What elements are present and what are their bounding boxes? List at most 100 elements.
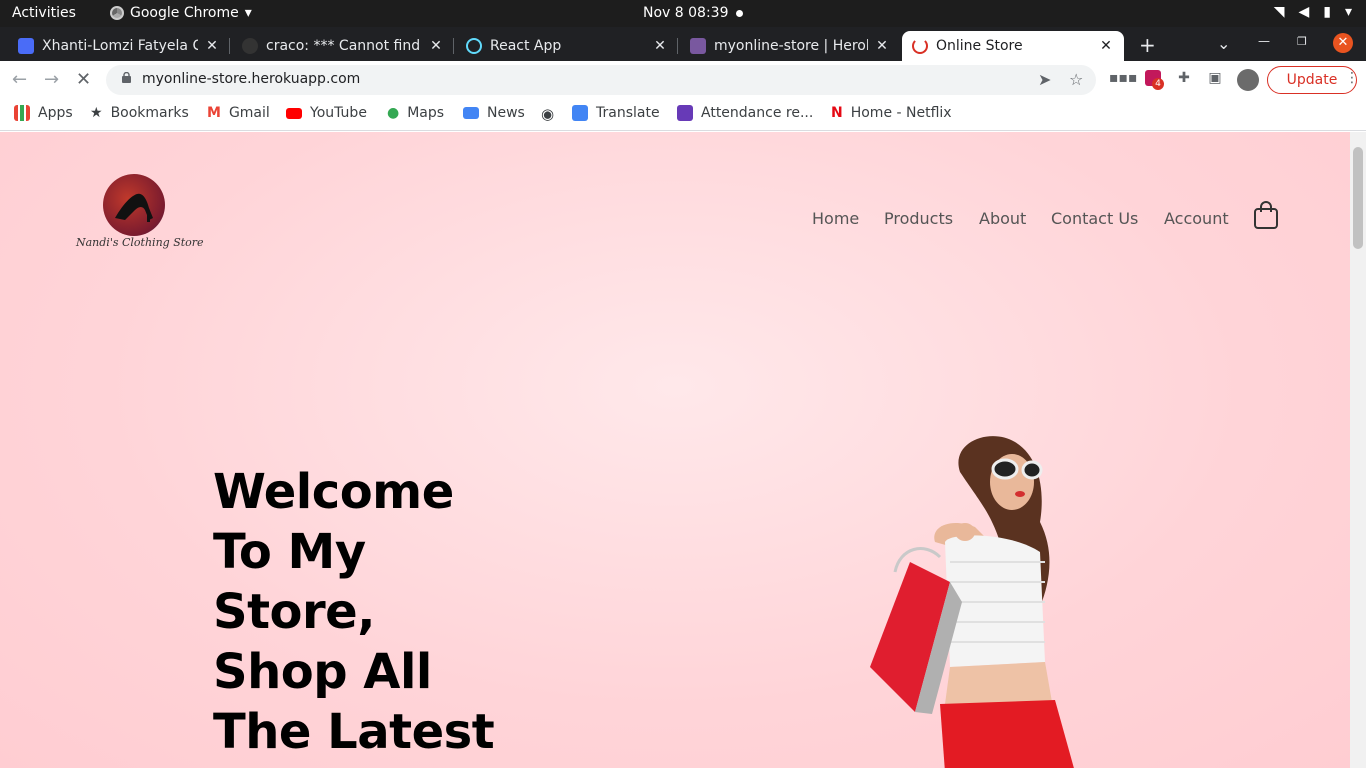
close-icon[interactable]: ✕ <box>428 38 444 54</box>
tab-search-icon[interactable]: ⌄ <box>1217 34 1230 53</box>
system-tray[interactable]: ◥ ◀ ▮ ▾ <box>1274 4 1352 20</box>
extension-badge-icon[interactable]: 4 <box>1143 70 1164 90</box>
close-window-button[interactable]: ✕ <box>1333 33 1353 53</box>
hero-heading: Welcome To My Store, Shop All The Latest <box>213 462 495 762</box>
close-icon[interactable]: ✕ <box>652 38 668 54</box>
bookmark-label: Translate <box>596 105 660 121</box>
bookmark-news[interactable]: News <box>463 105 525 121</box>
address-bar[interactable]: myonline-store.herokuapp.com ➤ ☆ <box>106 65 1096 95</box>
side-panel-icon[interactable]: ▣ <box>1205 70 1225 90</box>
nav-about[interactable]: About <box>979 209 1026 228</box>
maps-pin-icon: ● <box>387 105 400 121</box>
github-icon <box>242 38 258 54</box>
puzzle-icon[interactable]: ✚ <box>1174 70 1194 90</box>
hero-line: The Latest <box>213 704 495 760</box>
hero-line: To My <box>213 524 366 580</box>
clock[interactable]: Nov 8 08:39 <box>643 5 728 21</box>
close-icon[interactable]: ✕ <box>1098 38 1114 54</box>
battery-icon: ▮ <box>1323 4 1331 20</box>
send-icon[interactable]: ➤ <box>1038 70 1051 89</box>
bookmark-label: News <box>487 105 525 121</box>
maximize-icon[interactable]: ❐ <box>1297 35 1307 48</box>
app-menu[interactable]: Google Chrome ▾ <box>110 5 252 21</box>
logo-circle <box>103 174 165 236</box>
minimize-icon[interactable]: — <box>1258 34 1270 48</box>
extension-dots-icon[interactable]: ▪▪▪ <box>1109 70 1137 90</box>
docs-icon <box>18 38 34 54</box>
scrollbar-thumb[interactable] <box>1353 147 1363 249</box>
extension-badge-count: 4 <box>1152 78 1164 90</box>
shopping-bag-icon[interactable] <box>1253 200 1279 230</box>
store-logo[interactable]: Nandi's Clothing Store <box>76 174 204 254</box>
new-tab-button[interactable]: + <box>1139 33 1156 57</box>
stop-loading-icon[interactable]: ✕ <box>76 69 91 90</box>
chevron-down-icon: ▾ <box>244 5 252 21</box>
star-icon: ★ <box>90 105 103 121</box>
bookmark-translate[interactable]: Translate <box>572 105 660 121</box>
back-arrow-icon[interactable]: ← <box>12 69 27 90</box>
bookmark-gmail[interactable]: M Gmail <box>207 105 270 121</box>
nav-account[interactable]: Account <box>1164 209 1229 228</box>
bookmark-label: Maps <box>407 105 445 121</box>
chrome-icon <box>110 6 124 20</box>
nav-products[interactable]: Products <box>884 209 953 228</box>
react-icon <box>466 38 482 54</box>
news-icon <box>463 107 479 119</box>
volume-icon: ◀ <box>1298 4 1310 20</box>
tab-label: React App <box>490 38 562 54</box>
bookmark-label: Home - Netflix <box>850 105 952 121</box>
star-icon[interactable]: ☆ <box>1069 70 1083 89</box>
tab-separator <box>677 38 678 54</box>
heroku-icon <box>690 38 706 54</box>
forms-icon <box>677 105 693 121</box>
tab-react-app[interactable]: React App ✕ <box>456 31 678 61</box>
globe-icon: ◉ <box>541 105 555 123</box>
nav-home[interactable]: Home <box>812 209 859 228</box>
tab-heroku[interactable]: myonline-store | Heroku ✕ <box>680 31 900 61</box>
bookmark-attendance[interactable]: Attendance re... <box>677 105 813 121</box>
youtube-icon <box>286 107 302 119</box>
hero-line: Store, <box>213 584 375 640</box>
tab-label: myonline-store | Heroku <box>714 38 868 54</box>
close-icon[interactable]: ✕ <box>874 38 890 54</box>
more-menu-icon[interactable]: ⋮ <box>1342 70 1362 90</box>
netflix-icon: N <box>831 105 843 121</box>
wifi-icon: ◥ <box>1273 4 1285 20</box>
lock-icon <box>122 72 131 83</box>
forward-arrow-icon[interactable]: → <box>44 69 59 90</box>
notification-dot-icon <box>736 10 743 17</box>
activities-button[interactable]: Activities <box>12 5 76 21</box>
nav-contact-us[interactable]: Contact Us <box>1051 209 1138 228</box>
tab-cv[interactable]: Xhanti-Lomzi Fatyela CV ✕ <box>8 31 230 61</box>
bookmark-label: Attendance re... <box>701 105 814 121</box>
app-name: Google Chrome <box>130 5 239 21</box>
url-text[interactable]: myonline-store.herokuapp.com <box>142 71 360 87</box>
logo-text: Nandi's Clothing Store <box>76 236 204 249</box>
apps-grid-icon <box>14 105 30 121</box>
tab-craco[interactable]: craco: *** Cannot find E ✕ <box>232 31 454 61</box>
bookmark-label: Apps <box>38 105 73 121</box>
bookmarks-bar: Apps ★ Bookmarks M Gmail YouTube ● Maps … <box>0 99 1366 131</box>
bookmark-youtube[interactable]: YouTube <box>286 105 367 121</box>
bookmark-label: Gmail <box>228 105 270 121</box>
bookmark-bookmarks[interactable]: ★ Bookmarks <box>90 105 189 121</box>
hero-model-image <box>870 436 1074 768</box>
chevron-down-icon: ▾ <box>1344 4 1352 20</box>
tab-separator <box>453 38 454 54</box>
close-icon[interactable]: ✕ <box>204 38 220 54</box>
tab-online-store[interactable]: Online Store ✕ <box>902 31 1124 61</box>
loading-spinner-icon <box>912 38 928 54</box>
bookmark-netflix[interactable]: N Home - Netflix <box>831 105 952 121</box>
avatar[interactable] <box>1237 69 1259 91</box>
bookmark-maps[interactable]: ● Maps <box>387 105 444 121</box>
web-page: Nandi's Clothing Store Home Products Abo… <box>0 132 1350 768</box>
bookmark-apps[interactable]: Apps <box>14 105 73 121</box>
high-heel-icon <box>115 193 153 222</box>
page-scrollbar[interactable] <box>1350 132 1366 768</box>
system-top-bar: Activities Google Chrome ▾ Nov 8 08:39 ◥… <box>0 0 1366 27</box>
browser-toolbar: ← → ✕ myonline-store.herokuapp.com ➤ ☆ ▪… <box>0 61 1366 99</box>
gmail-icon: M <box>207 105 221 121</box>
tab-label: craco: *** Cannot find E <box>266 38 422 54</box>
bookmark-globe[interactable]: ◉ <box>541 105 554 123</box>
tab-label: Xhanti-Lomzi Fatyela CV <box>42 38 198 54</box>
